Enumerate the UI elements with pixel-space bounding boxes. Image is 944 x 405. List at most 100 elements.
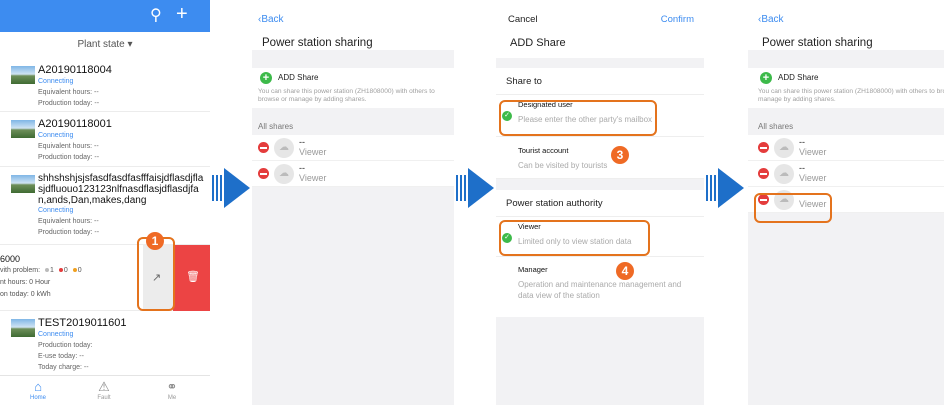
page-title: Power station sharing	[762, 37, 873, 49]
highlight-box	[499, 100, 657, 136]
sharing-result-screen: ‹Back Power station sharing + ADD Share …	[748, 0, 944, 405]
add-share-screen: Cancel Confirm ADD Share Share to ✓ Desi…	[496, 0, 704, 405]
manager-option[interactable]: Manager Operation and maintenance manage…	[496, 257, 704, 317]
avatar: ☁	[274, 164, 294, 184]
search-icon[interactable]: ⚲	[150, 7, 162, 25]
remove-icon[interactable]	[258, 142, 269, 153]
share-user-name: --	[299, 137, 305, 147]
tab-label: Home	[29, 395, 46, 401]
step-badge: 4	[616, 262, 634, 280]
share-item[interactable]: ☁ -- Viewer	[748, 135, 944, 161]
remove-icon[interactable]	[758, 142, 769, 153]
add-share-button[interactable]: + ADD Share	[252, 68, 454, 88]
plant-item[interactable]: shhshshjsjsfasdfasdfasfffaisjdflasdjflas…	[0, 167, 210, 245]
page-title: ADD Share	[510, 37, 566, 49]
section-heading: Share to	[496, 68, 704, 95]
option-desc: Can be visited by tourists	[518, 161, 608, 170]
option-title: Manager	[518, 265, 548, 274]
plant-name: A20190118004	[38, 64, 112, 76]
share-role: Viewer	[299, 173, 327, 183]
nav-bar: ‹Back Power station sharing	[748, 0, 944, 50]
remove-icon[interactable]	[758, 168, 769, 179]
confirm-button[interactable]: Confirm	[661, 14, 694, 25]
share-item[interactable]: ☁ -- Viewer	[252, 161, 454, 187]
share-hint-text: You can share this power station (ZH1808…	[758, 88, 944, 103]
avatar: ☁	[774, 138, 794, 158]
plant-meta: Equivalent hours: --	[38, 89, 99, 96]
plant-thumbnail	[11, 120, 35, 138]
plant-list-screen: ⚲ + Plant state ▾ A20190118004 Connectin…	[0, 0, 210, 405]
plant-hours: nt hours: 0 Hour	[0, 279, 51, 286]
problem-count: 0	[63, 267, 68, 274]
plant-item[interactable]: A20190118004 Connecting Equivalent hours…	[0, 58, 210, 112]
share-user-name: --	[799, 137, 805, 147]
plant-meta: E-use today: --	[38, 353, 84, 360]
tourist-account-option[interactable]: Tourist account Can be visited by touris…	[496, 137, 704, 179]
add-share-button[interactable]: + ADD Share	[748, 68, 944, 88]
red-dot-icon	[58, 268, 63, 273]
problem-label: vith problem:	[0, 267, 41, 274]
step-badge: 3	[611, 146, 629, 164]
plus-circle-icon: +	[760, 72, 772, 84]
section-heading: Power station authority	[496, 190, 704, 217]
plant-state-filter[interactable]: Plant state ▾	[0, 32, 210, 58]
nav-bar: ‹Back Power station sharing	[252, 0, 454, 50]
share-hint: You can share this power station (ZH1808…	[252, 88, 454, 108]
plant-meta: Equivalent hours: --	[38, 218, 99, 225]
plant-item[interactable]: TEST2019011601 Connecting Production tod…	[0, 311, 210, 371]
plant-today: on today: 0 kWh	[0, 291, 51, 298]
gray-dot-icon	[45, 268, 50, 273]
avatar: ☁	[774, 164, 794, 184]
tab-label: Fault	[97, 395, 111, 401]
plant-status: Connecting	[38, 207, 74, 214]
plant-thumbnail	[11, 319, 35, 337]
arrow-icon	[706, 168, 746, 208]
sharing-screen: ‹Back Power station sharing + ADD Share …	[252, 0, 454, 405]
swiped-plant-item[interactable]: 6000 vith problem: 1 0 0 nt hours: 0 Hou…	[0, 237, 210, 311]
arrow-icon	[212, 168, 252, 208]
plant-name: shhshshjsjsfasdfasdfasfffaisjdflasdjflas…	[38, 173, 204, 206]
plant-item[interactable]: A20190118001 Connecting Equivalent hours…	[0, 112, 210, 167]
add-share-label: ADD Share	[778, 73, 819, 82]
cancel-button[interactable]: Cancel	[508, 14, 538, 25]
plant-status: Connecting	[38, 78, 74, 85]
trash-icon: 🗑	[186, 271, 200, 283]
all-shares-heading: All shares	[758, 122, 794, 131]
plant-sn: 6000	[0, 254, 21, 264]
highlight-box	[754, 193, 832, 223]
share-user-name: --	[799, 163, 805, 173]
share-item[interactable]: ☁ -- Viewer	[252, 135, 454, 161]
tab-bar: ⌂ Home ⚠ Fault ⚭ Me	[0, 375, 210, 405]
plant-meta: Production today:	[38, 342, 93, 349]
plant-thumbnail	[11, 175, 35, 193]
plus-icon[interactable]: +	[176, 4, 188, 24]
plant-meta: Production today: --	[38, 154, 100, 161]
plant-name: TEST2019011601	[38, 317, 127, 329]
add-share-label: ADD Share	[278, 73, 319, 82]
tab-fault[interactable]: ⚠ Fault	[84, 379, 124, 402]
problem-count: 1	[50, 267, 54, 274]
share-hint: You can share this power station (ZH1808…	[748, 88, 944, 108]
share-item[interactable]: ☁ -- Viewer	[748, 161, 944, 187]
plant-status: Connecting	[38, 132, 74, 139]
avatar: ☁	[274, 138, 294, 158]
remove-icon[interactable]	[258, 168, 269, 179]
tab-label: Me	[167, 395, 177, 401]
plant-meta: Production today: --	[38, 100, 100, 107]
back-button[interactable]: ‹Back	[258, 14, 284, 25]
tab-me[interactable]: ⚭ Me	[152, 379, 192, 402]
back-button[interactable]: ‹Back	[758, 14, 784, 25]
delete-action-button[interactable]: 🗑	[173, 245, 210, 311]
tab-home[interactable]: ⌂ Home	[18, 379, 58, 402]
home-icon: ⌂	[34, 379, 42, 394]
plant-meta: Today charge: --	[38, 364, 89, 371]
plant-meta: Equivalent hours: --	[38, 143, 99, 150]
share-user-name: --	[299, 163, 305, 173]
all-shares-heading: All shares	[258, 122, 294, 131]
step-badge: 1	[146, 232, 164, 250]
problem-count: 0	[77, 267, 82, 274]
arrow-icon	[456, 168, 496, 208]
share-role: Viewer	[799, 147, 827, 157]
warning-icon: ⚠	[98, 379, 110, 394]
share-role: Viewer	[799, 173, 827, 183]
